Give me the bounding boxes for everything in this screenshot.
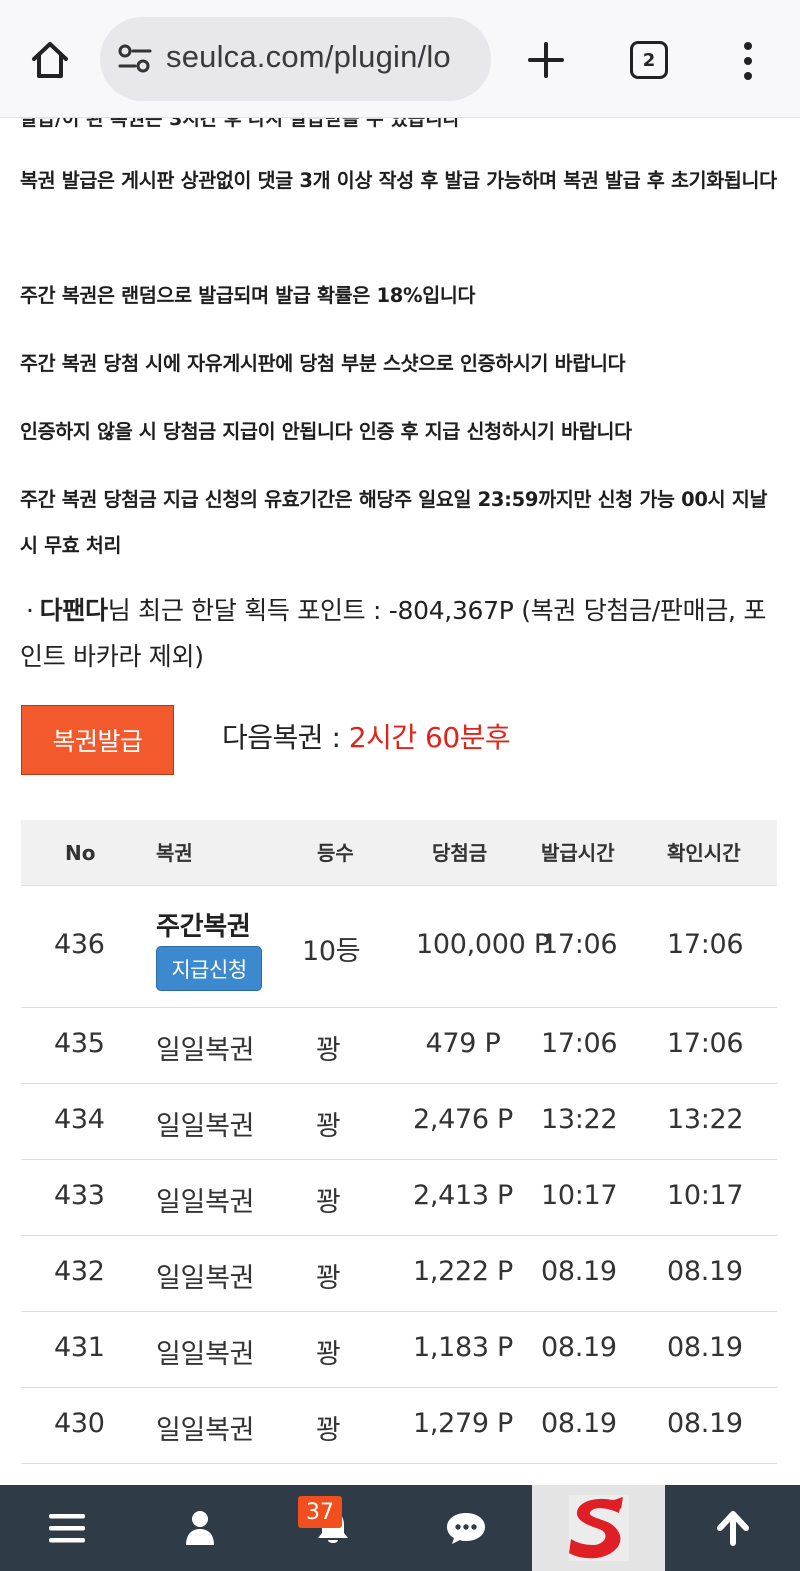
table-header: No 복권 등수 당첨금 발급시간 확인시간	[21, 820, 777, 886]
tab-switcher-button[interactable]: 2	[630, 41, 668, 79]
row-checked: 08.19	[667, 1408, 743, 1439]
row-issued: 17:06	[541, 929, 618, 960]
table-row: 431 일일복권 꽝 1,183 P 08.19 08.19	[21, 1312, 777, 1388]
next-lottery: 다음복권 : 2시간 60분후	[222, 716, 511, 756]
table-row: 430 일일복권 꽝 1,279 P 08.19 08.19	[21, 1388, 777, 1464]
row-prize: 1,279 P	[412, 1408, 514, 1439]
header-issued: 발급시간	[541, 841, 615, 865]
points-summary: · 다팬다님 최근 한달 획득 포인트 : -804,367P (복권 당첨금/판…	[20, 588, 780, 680]
next-lottery-time: 2시간 60분후	[348, 721, 511, 754]
new-tab-icon[interactable]	[520, 34, 572, 86]
row-no: 430	[54, 1408, 105, 1439]
more-menu-icon[interactable]	[730, 36, 766, 86]
row-rank: 10등	[302, 936, 361, 967]
table-row: 436 주간복권 지급신청 10등 100,000 P 17:06 17:06	[21, 886, 777, 1008]
notice-clipped: 발급/이 된 복권은 3시간 후 다시 발급받을 수 있습니다	[20, 118, 461, 130]
notice-line-4: 인증하지 않을 시 당첨금 지급이 안됩니다 인증 후 지급 신청하시기 바랍니…	[20, 420, 632, 443]
notification-badge: 37	[298, 1496, 342, 1528]
table-row: 434 일일복권 꽝 2,476 P 13:22 13:22	[21, 1084, 777, 1160]
notice-line-1: 복권 발급은 게시판 상관없이 댓글 3개 이상 작성 후 발급 가능하며 복권…	[20, 169, 777, 192]
issue-lottery-button[interactable]: 복권발급	[21, 705, 174, 775]
row-issued: 08.19	[541, 1332, 617, 1363]
table-row: 432 일일복권 꽝 1,222 P 08.19 08.19	[21, 1236, 777, 1312]
address-bar[interactable]: seulca.com/plugin/lo	[100, 17, 491, 101]
row-checked: 13:22	[667, 1104, 744, 1135]
notice-line-5: 주간 복권 당첨금 지급 신청의 유효기간은 해당주 일요일 23:59까지만 …	[20, 488, 768, 557]
username: 다팬다	[39, 596, 108, 625]
row-no: 431	[54, 1332, 105, 1363]
row-rank: 꽝	[316, 1263, 341, 1294]
notice-line-2: 주간 복권은 랜덤으로 발급되며 발급 확률은 18%입니다	[20, 284, 476, 307]
table-row: 435 일일복권 꽝 479 P 17:06 17:06	[21, 1008, 777, 1084]
row-rank: 꽝	[316, 1035, 341, 1066]
row-checked: 17:06	[667, 929, 744, 960]
row-no: 432	[54, 1256, 105, 1287]
arrow-up-icon[interactable]	[665, 1485, 800, 1571]
table-row: 433 일일복권 꽝 2,413 P 10:17 10:17	[21, 1160, 777, 1236]
next-lottery-label: 다음복권 :	[222, 721, 349, 754]
row-issued: 08.19	[541, 1256, 617, 1287]
row-rank: 꽝	[316, 1415, 341, 1446]
row-type: 일일복권	[156, 1415, 255, 1446]
lottery-table: No 복권 등수 당첨금 발급시간 확인시간 436 주간복권 지급신청 10등…	[21, 820, 777, 1464]
bottom-navigation: 37	[0, 1485, 800, 1571]
row-checked: 10:17	[667, 1180, 744, 1211]
home-icon[interactable]	[22, 34, 78, 86]
row-rank: 꽝	[316, 1187, 341, 1218]
row-issued: 13:22	[541, 1104, 618, 1135]
row-type: 일일복권	[156, 1187, 255, 1218]
header-rank: 등수	[317, 841, 354, 865]
site-logo[interactable]	[532, 1485, 665, 1571]
row-type: 주간복권	[156, 912, 251, 942]
row-no: 435	[54, 1028, 105, 1059]
claim-prize-button[interactable]: 지급신청	[156, 946, 262, 991]
row-prize: 1,183 P	[412, 1332, 514, 1363]
row-prize: 1,222 P	[412, 1256, 514, 1287]
user-icon[interactable]	[133, 1485, 266, 1571]
row-rank: 꽝	[316, 1111, 341, 1142]
header-type: 복권	[156, 841, 193, 865]
header-prize: 당첨금	[432, 841, 488, 865]
row-issued: 08.19	[541, 1408, 617, 1439]
row-prize: 2,413 P	[412, 1180, 514, 1211]
header-no: No	[65, 841, 96, 865]
row-checked: 08.19	[667, 1256, 743, 1287]
tab-count: 2	[642, 49, 656, 71]
notice-line-3: 주간 복권 당첨 시에 자유게시판에 당첨 부분 스샷으로 인증하시기 바랍니다	[20, 352, 626, 375]
row-no: 434	[54, 1104, 105, 1135]
row-rank: 꽝	[316, 1339, 341, 1370]
site-settings-icon[interactable]	[116, 41, 156, 77]
row-type: 일일복권	[156, 1111, 255, 1142]
row-issued: 17:06	[541, 1028, 618, 1059]
row-no: 436	[54, 929, 105, 960]
browser-toolbar: seulca.com/plugin/lo 2	[0, 0, 800, 118]
points-text: 님 최근 한달 획득 포인트 : -804,367P (복권 당첨금/판매금, …	[20, 596, 767, 671]
header-checked: 확인시간	[667, 841, 741, 865]
page-content: 발급/이 된 복권은 3시간 후 다시 발급받을 수 있습니다 복권 발급은 게…	[0, 118, 800, 1485]
menu-icon[interactable]	[0, 1485, 133, 1571]
row-type: 일일복권	[156, 1263, 255, 1294]
row-type: 일일복권	[156, 1339, 255, 1370]
row-checked: 08.19	[667, 1332, 743, 1363]
row-prize: 2,476 P	[412, 1104, 514, 1135]
url-text: seulca.com/plugin/lo	[166, 39, 451, 74]
row-issued: 10:17	[541, 1180, 618, 1211]
row-no: 433	[54, 1180, 105, 1211]
bullet: ·	[26, 596, 34, 625]
row-prize: 479 P	[425, 1028, 501, 1059]
chat-icon[interactable]	[399, 1485, 532, 1571]
row-checked: 17:06	[667, 1028, 744, 1059]
row-type: 일일복권	[156, 1035, 255, 1066]
row-prize: 100,000 P	[416, 929, 550, 960]
